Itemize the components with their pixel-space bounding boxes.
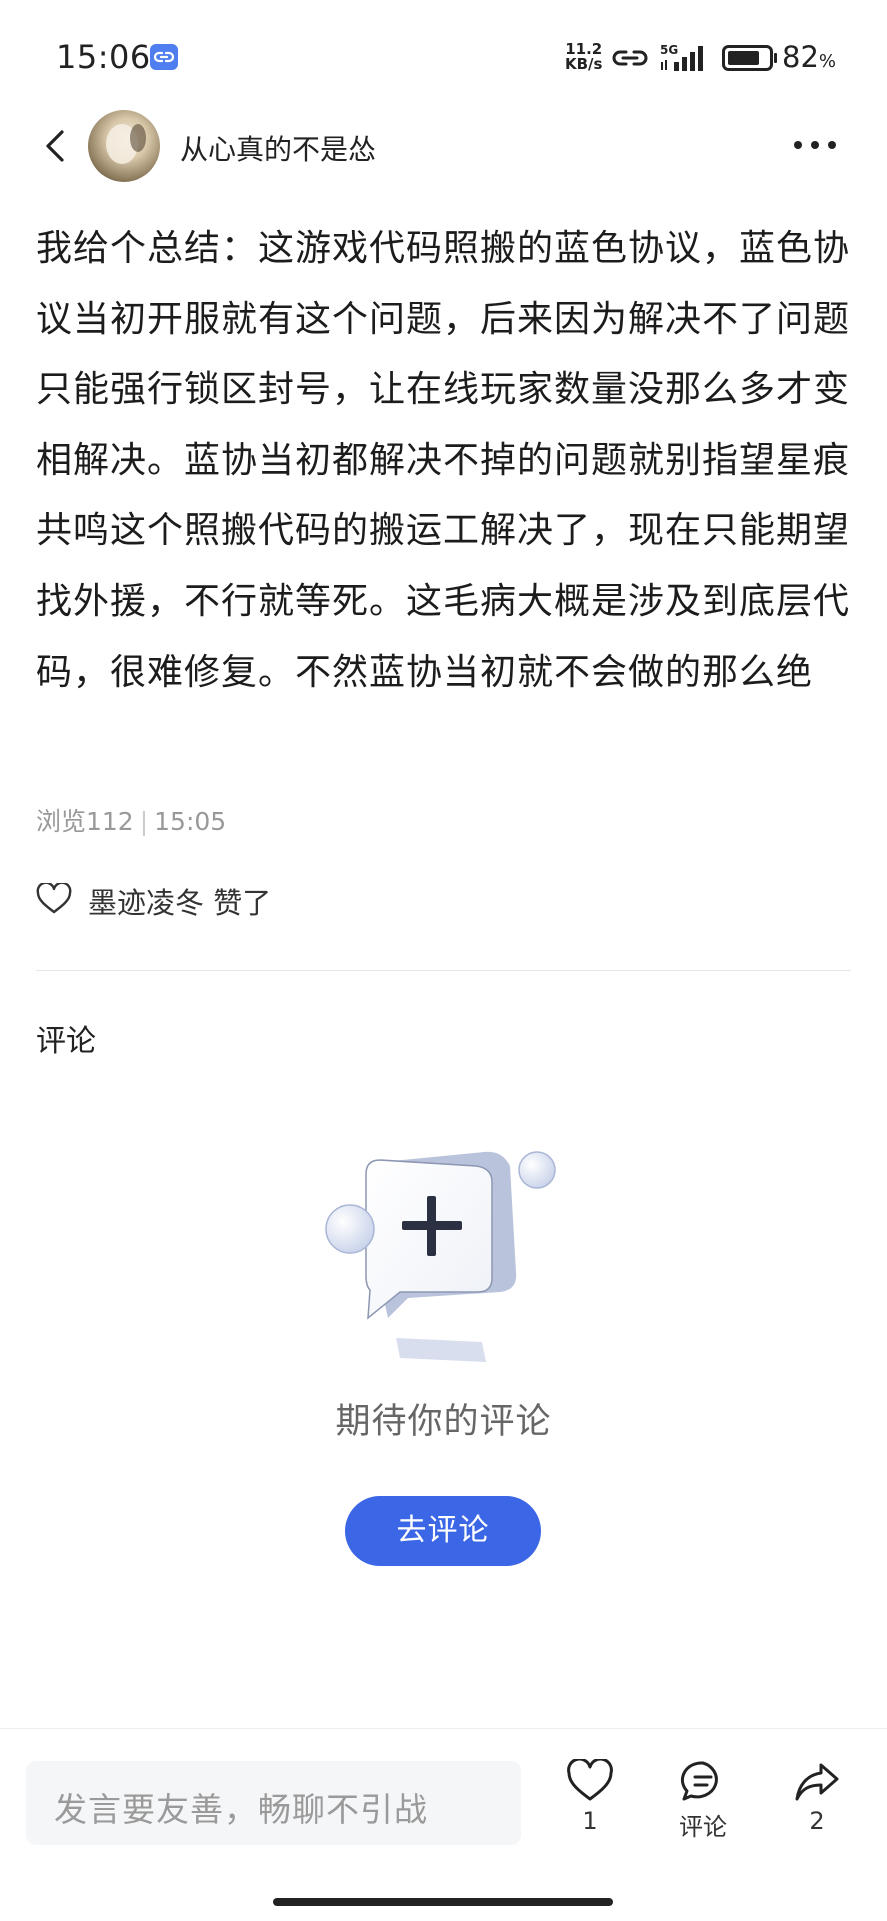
empty-comment-illustration — [316, 1140, 576, 1380]
comment-bubble-icon — [680, 1761, 718, 1801]
back-button[interactable] — [36, 126, 76, 166]
bottom-bar: 发言要友善，畅聊不引战 1 评论 2 — [0, 1728, 887, 1921]
like-button[interactable]: 1 — [550, 1759, 630, 1869]
view-count: 浏览112 — [36, 807, 134, 836]
battery-percent: 82% — [782, 40, 836, 74]
empty-comment-text: 期待你的评论 — [335, 1402, 552, 1442]
net-speed: 11.2 KB/s — [565, 42, 602, 72]
username[interactable]: 从心真的不是怂 — [180, 128, 376, 168]
status-time: 15:06 — [56, 38, 151, 76]
more-button[interactable] — [790, 130, 840, 160]
hotspot-icon — [612, 44, 648, 76]
meta-separator: | — [139, 807, 149, 836]
post-body: 我给个总结：这游戏代码照搬的蓝色协议，蓝色协议当初开服就有这个问题，后来因为解决… — [36, 228, 851, 693]
battery-icon — [722, 45, 778, 75]
battery-percent-unit: % — [818, 51, 837, 72]
share-icon — [795, 1763, 839, 1801]
link-icon — [150, 44, 178, 70]
comment-input-placeholder: 发言要友善，畅聊不引战 — [54, 1790, 428, 1829]
heart-icon — [36, 883, 72, 914]
comment-label: 评论 — [679, 1813, 727, 1841]
post-time: 15:05 — [154, 807, 227, 836]
battery-percent-value: 82 — [782, 40, 819, 74]
comment-button[interactable]: 评论 — [663, 1759, 743, 1869]
comments-title: 评论 — [36, 1024, 96, 1059]
status-bar: 15:06 11.2 KB/s 5G 82% — [0, 0, 887, 112]
liked-by-text: 墨迹凌冬 赞了 — [88, 886, 272, 920]
go-comment-button[interactable]: 去评论 — [345, 1496, 541, 1566]
net-speed-unit: KB/s — [565, 55, 603, 73]
like-count: 1 — [582, 1807, 598, 1835]
share-button[interactable]: 2 — [777, 1759, 857, 1869]
divider — [36, 970, 851, 971]
back-arrow-icon — [46, 130, 64, 162]
more-icon — [794, 141, 836, 149]
post-meta: 浏览112 | 15:05 — [36, 802, 226, 838]
heart-icon — [567, 1759, 613, 1801]
avatar[interactable] — [88, 110, 160, 182]
home-indicator[interactable] — [273, 1898, 613, 1906]
signal-icon: 5G — [660, 42, 716, 78]
post-header: 从心真的不是怂 — [0, 108, 887, 184]
network-type: 5G — [660, 43, 678, 57]
comment-input[interactable]: 发言要友善，畅聊不引战 — [26, 1761, 521, 1845]
share-count: 2 — [809, 1807, 825, 1835]
